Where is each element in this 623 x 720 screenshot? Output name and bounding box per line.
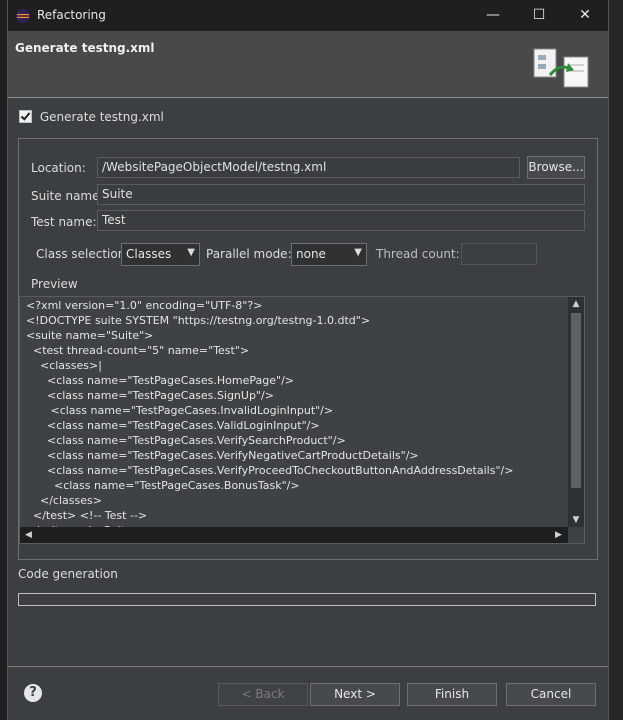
scroll-thumb[interactable] [571,313,581,488]
parallel-mode-label: Parallel mode: [206,247,292,261]
preview-code-line: <class name="TestPageCases.VerifyNegativ… [26,449,419,462]
test-name-label: Test name: [31,215,97,229]
scroll-down-icon[interactable]: ▼ [568,515,584,525]
back-button[interactable]: < Back [218,683,308,706]
cancel-button[interactable]: Cancel [506,683,596,706]
location-label: Location: [31,161,86,175]
thread-count-label: Thread count: [376,247,460,261]
code-generation-group [18,593,596,606]
refactor-wizard-icon [533,48,589,88]
preview-code-line: <suite name="Suite"> [26,329,154,342]
next-button[interactable]: Next > [310,683,400,706]
preview-code-line: <class name="TestPageCases.InvalidLoginI… [26,404,334,417]
preview-code-line: </test> <!-- Test --> [26,509,148,522]
preview-code-line: <class name="TestPageCases.BonusTask"/> [26,479,300,492]
preview-code-line: </classes> [26,494,102,507]
scroll-up-icon[interactable]: ▲ [568,299,584,309]
chevron-down-icon: ▼ [187,247,195,258]
window-title: Refactoring [37,8,106,22]
checkbox-checked[interactable] [19,110,32,123]
parallel-mode-dropdown[interactable]: none ▼ [291,243,367,266]
preview-code-line: <class name="TestPageCases.ValidLoginInp… [26,419,320,432]
browse-button[interactable]: Browse... [527,156,585,179]
preview-code-line: <class name="TestPageCases.HomePage"/> [26,374,295,387]
close-button[interactable]: ✕ [562,0,608,31]
class-selection-label: Class selection: [36,247,130,261]
wizard-header: Generate testng.xml [8,31,608,97]
preview-label: Preview [31,277,78,291]
preview-code-line: <?xml version="1.0" encoding="UTF-8"?> [26,299,263,312]
thread-count-field[interactable] [461,243,537,265]
scroll-corner [568,527,584,543]
preview-code-line: <class name="TestPageCases.VerifyProceed… [26,464,514,477]
preview-code-line: <class name="TestPageCases.VerifySearchP… [26,434,346,447]
eclipse-icon [16,9,30,23]
help-icon[interactable]: ? [24,684,42,702]
preview-code-line: <!DOCTYPE suite SYSTEM "https://testng.o… [26,314,371,327]
location-field[interactable]: /WebsitePageObjectModel/testng.xml [97,157,520,178]
background-editor-right [607,0,623,720]
preview-code: <?xml version="1.0" encoding="UTF-8"?> <!… [26,298,561,538]
minimize-button[interactable]: — [470,0,516,31]
maximize-button[interactable]: ☐ [516,0,562,31]
vertical-scrollbar[interactable]: ▲ ▼ [568,297,584,529]
generate-testng-label: Generate testng.xml [39,109,164,124]
chevron-down-icon: ▼ [354,247,362,258]
suite-name-label: Suite name: [31,189,104,203]
footer-separator [8,666,608,667]
horizontal-scrollbar[interactable]: ◀ ▶ [20,527,570,543]
code-generation-label: Code generation [18,567,118,581]
refactoring-dialog: Refactoring — ☐ ✕ Generate testng.xml Ge… [8,0,608,720]
class-selection-dropdown[interactable]: Classes ▼ [121,243,200,266]
finish-button[interactable]: Finish [407,683,497,706]
generate-testng-checkbox[interactable]: Generate testng.xml [19,109,164,124]
preview-code-line: <class name="TestPageCases.SignUp"/> [26,389,274,402]
parallel-mode-value: none [296,247,326,261]
preview-code-line: <classes>| [26,359,102,372]
scroll-left-icon[interactable]: ◀ [25,527,32,543]
test-name-field[interactable]: Test [97,210,585,231]
scroll-right-icon[interactable]: ▶ [555,527,562,543]
class-selection-value: Classes [126,247,172,261]
suite-name-field[interactable]: Suite [97,184,585,205]
header-separator [8,97,608,98]
preview-code-line: <test thread-count="5" name="Test"> [26,344,250,357]
title-bar: Refactoring — ☐ ✕ [8,0,608,31]
page-title: Generate testng.xml [15,41,155,55]
preview-textarea[interactable]: <?xml version="1.0" encoding="UTF-8"?> <!… [19,296,585,544]
